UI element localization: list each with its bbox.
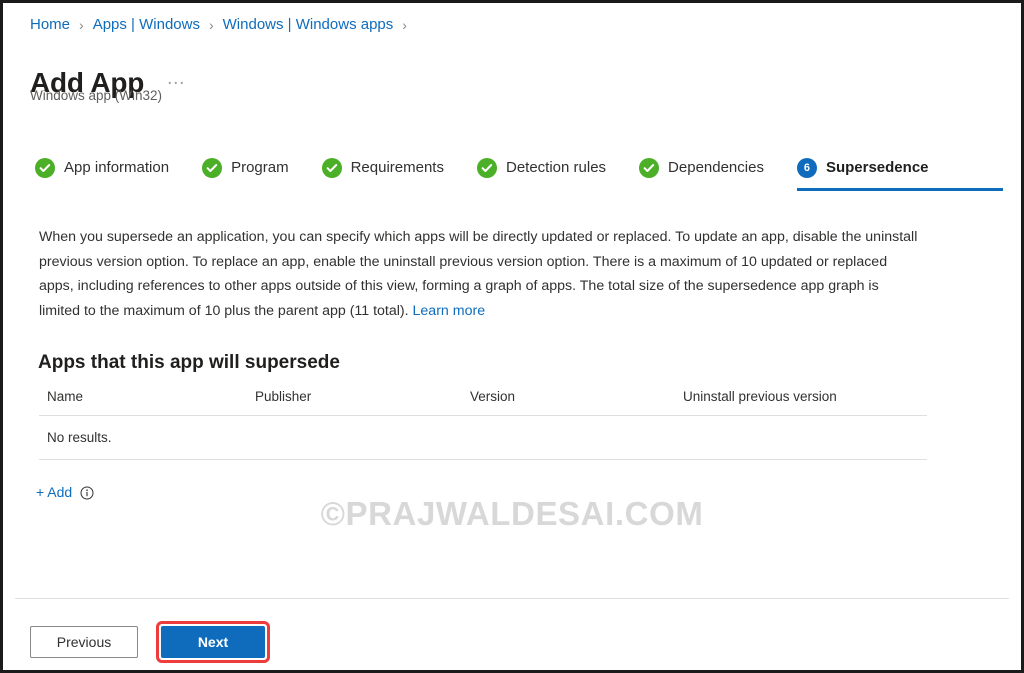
more-options-ellipsis-icon[interactable]: … (166, 69, 186, 95)
breadcrumb-separator-icon: › (79, 17, 84, 33)
tab-label: Detection rules (505, 159, 607, 176)
step-number: 6 (803, 161, 811, 174)
check-circle-icon (202, 158, 223, 178)
tab-supersedence[interactable]: 6 Supersedence (796, 158, 1003, 191)
tab-app-information[interactable]: App information (35, 158, 169, 191)
column-header-publisher: Publisher (255, 388, 312, 404)
wizard-footer: Previous Next (30, 621, 270, 663)
column-header-name: Name (47, 388, 84, 404)
step-number-badge-icon: 6 (796, 158, 817, 178)
breadcrumb-separator-icon: › (402, 17, 407, 33)
check-circle-icon (639, 158, 660, 178)
column-header-version: Version (470, 388, 516, 404)
page-subtitle: Windows app (Win32) (30, 88, 163, 103)
supersedence-description: When you supersede an application, you c… (39, 225, 921, 323)
tab-label: Requirements (350, 159, 444, 176)
footer-divider (15, 598, 1009, 599)
tab-detection-rules[interactable]: Detection rules (476, 158, 607, 191)
breadcrumb-item-home[interactable]: Home (30, 15, 70, 35)
page-content: Home › Apps | Windows › Windows | Window… (3, 3, 1021, 670)
tab-program[interactable]: Program (202, 158, 289, 191)
next-button[interactable]: Next (161, 626, 265, 658)
tab-dependencies[interactable]: Dependencies (639, 158, 764, 191)
breadcrumb-separator-icon: › (208, 17, 214, 33)
breadcrumb-item-apps-windows[interactable]: Apps | Windows (93, 15, 200, 35)
breadcrumb-item-windows-apps[interactable]: Windows | Windows apps (223, 15, 394, 35)
wizard-tab-list: App information Program Requirements Det… (35, 158, 1003, 191)
previous-button[interactable]: Previous (30, 626, 138, 658)
add-app-wizard-page: Home › Apps | Windows › Windows | Window… (0, 0, 1024, 673)
page-title-row: Add App … (30, 47, 186, 119)
table-header-row: Name Publisher Version Uninstall previou… (39, 384, 927, 416)
tab-label: Supersedence (825, 159, 929, 176)
watermark: ©PRAJWALDESAI.COM (320, 495, 704, 532)
breadcrumb: Home › Apps | Windows › Windows | Window… (30, 15, 416, 35)
check-circle-icon (35, 158, 55, 178)
section-heading-supersede: Apps that this app will supersede (38, 351, 340, 373)
tab-requirements[interactable]: Requirements (321, 158, 444, 191)
tab-label: Program (231, 159, 289, 176)
tab-label: Dependencies (668, 159, 764, 176)
next-button-highlight: Next (156, 621, 270, 663)
check-circle-icon (321, 158, 342, 178)
table-empty-row: No results. (39, 416, 927, 460)
tab-label: App information (64, 159, 170, 176)
check-circle-icon (476, 158, 497, 178)
learn-more-link[interactable]: Learn more (413, 303, 486, 319)
supersede-apps-table: Name Publisher Version Uninstall previou… (39, 384, 927, 460)
table-empty-message: No results. (47, 429, 112, 445)
column-header-uninstall-previous-version: Uninstall previous version (683, 388, 837, 404)
